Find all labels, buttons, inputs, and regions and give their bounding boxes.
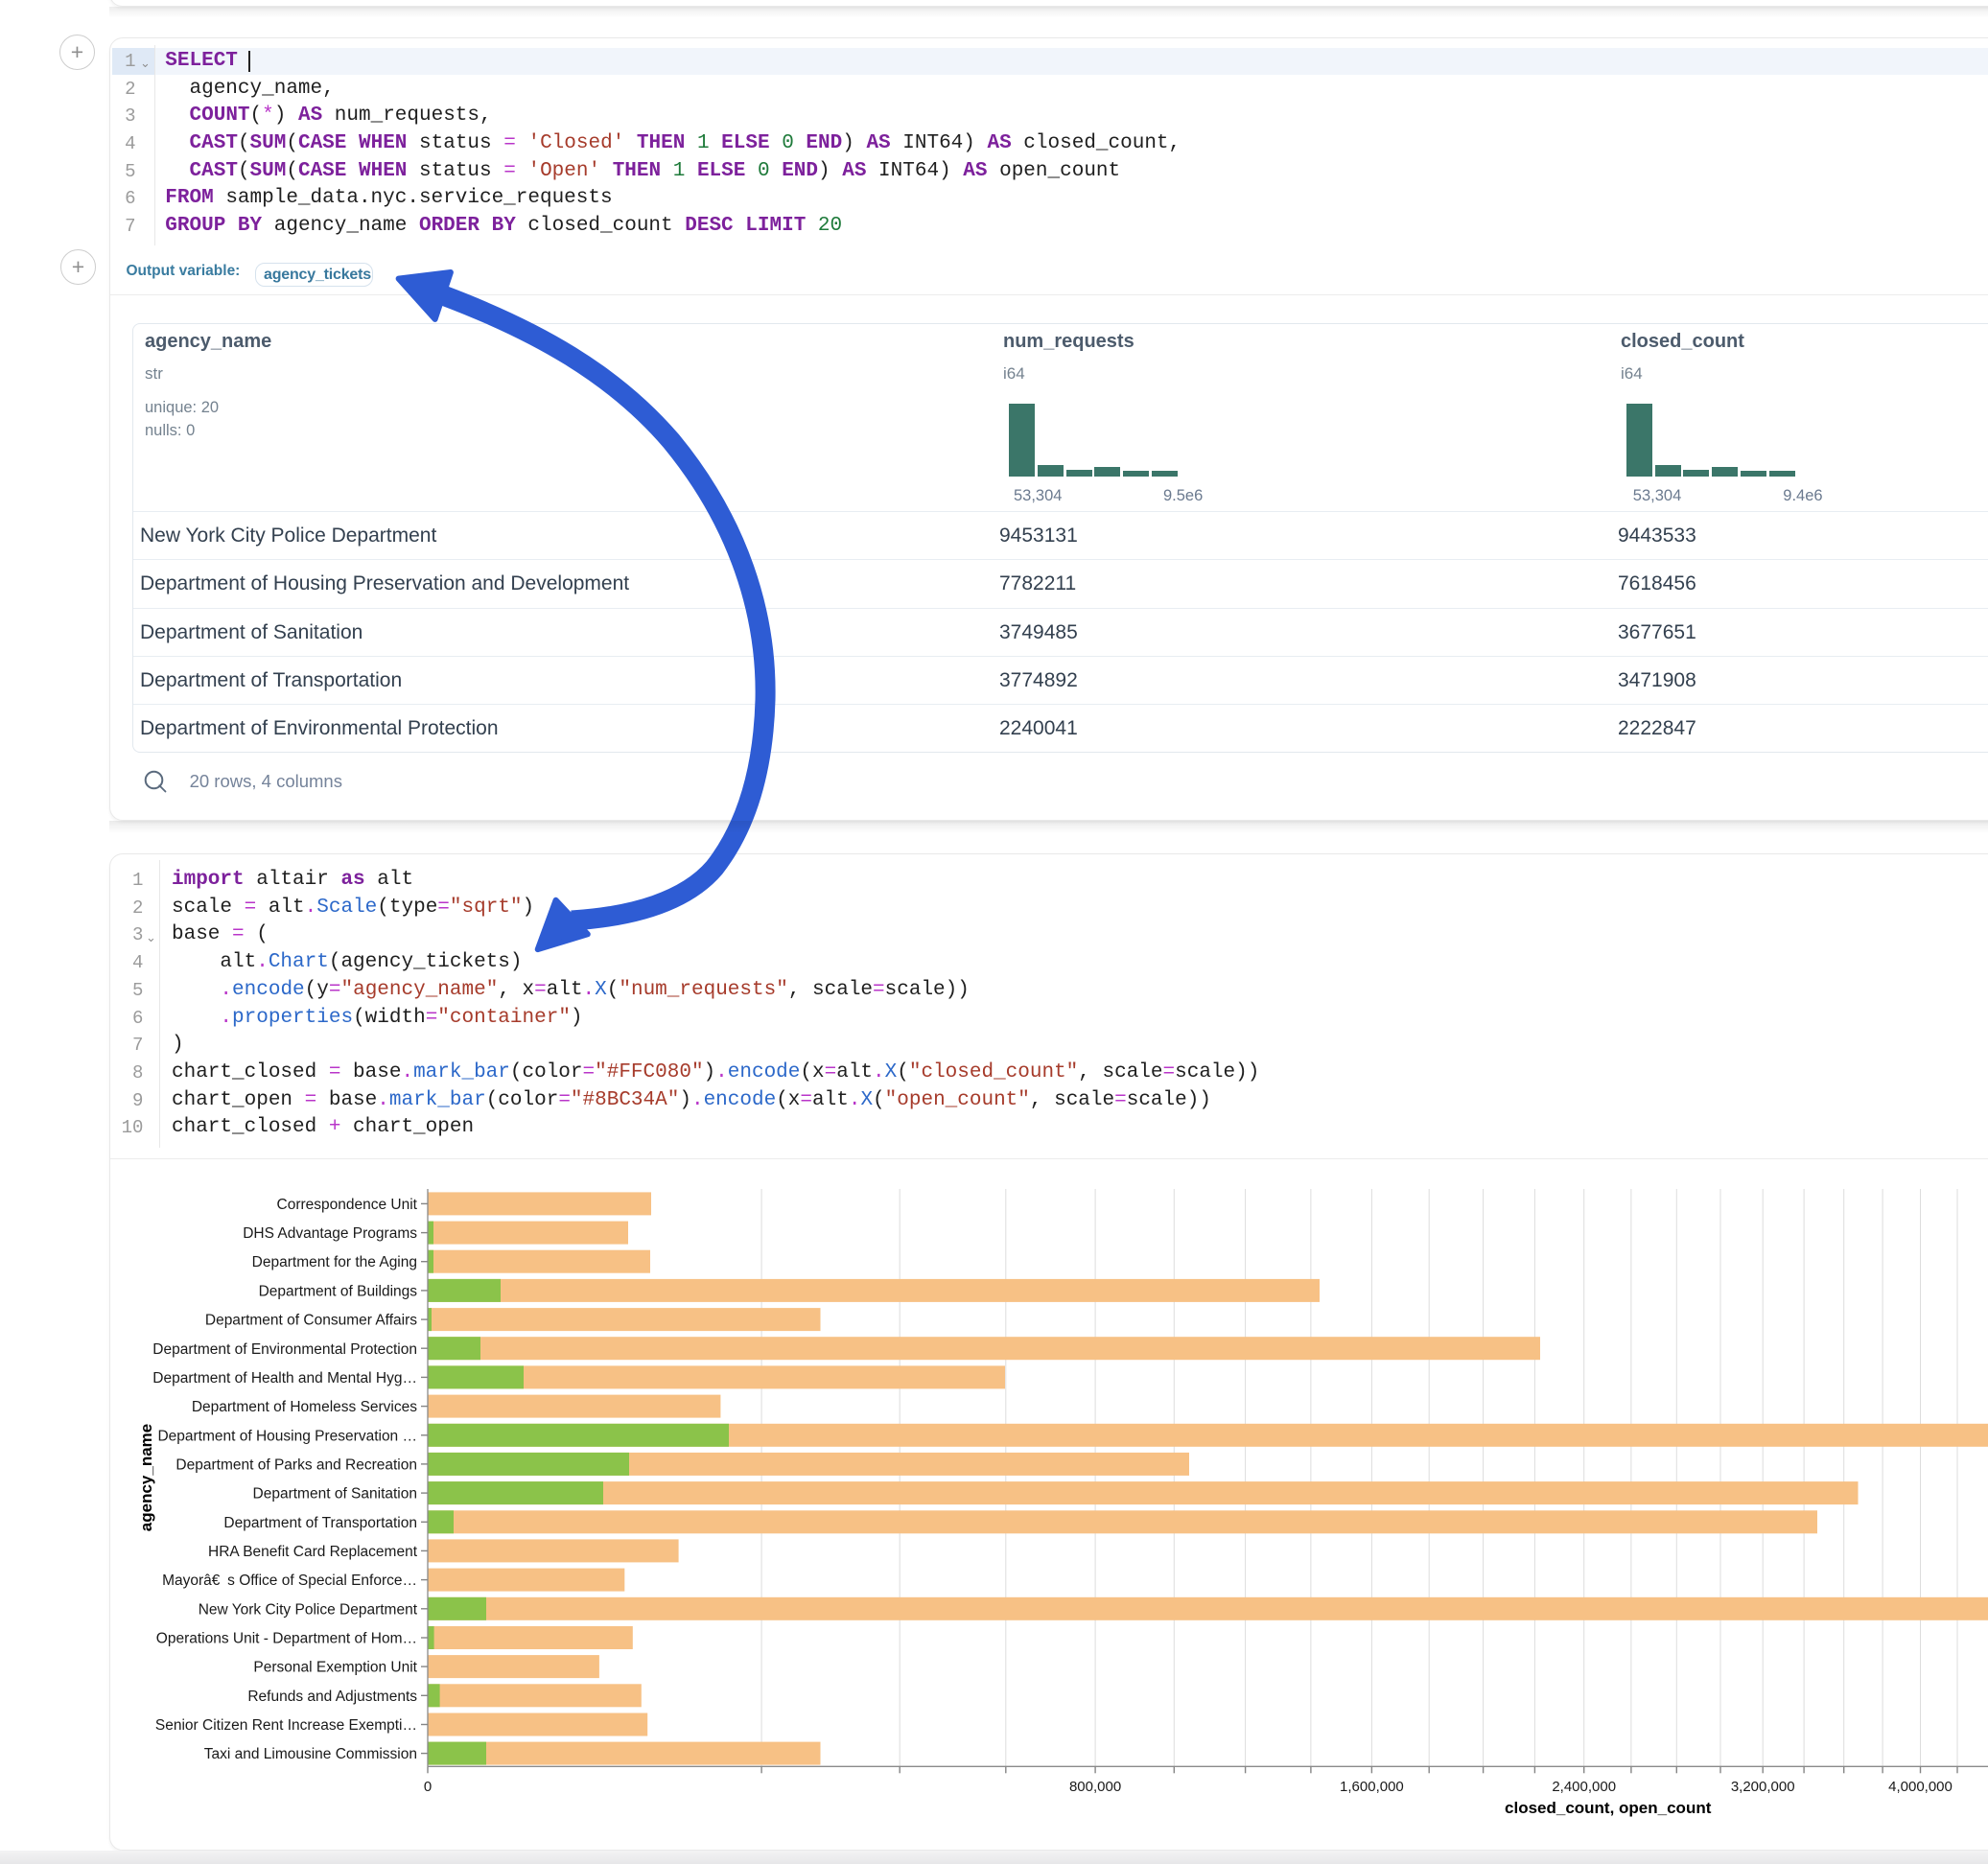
svg-text:Department of Parks and Recrea: Department of Parks and Recreation [175,1456,417,1473]
svg-text:Department of Housing Preserva: Department of Housing Preservation … [157,1428,417,1444]
svg-text:HRA Benefit Card Replacement: HRA Benefit Card Replacement [208,1544,418,1560]
svg-text:DHS Advantage Programs: DHS Advantage Programs [243,1225,417,1242]
svg-text:Correspondence Unit: Correspondence Unit [277,1197,418,1213]
svg-text:Refunds and Adjustments: Refunds and Adjustments [247,1689,417,1705]
svg-text:Mayorâ€ s Office of Special En: Mayorâ€ s Office of Special Enforce… [162,1573,417,1589]
svg-text:1,600,000: 1,600,000 [1340,1779,1404,1795]
svg-text:Department of Health and Menta: Department of Health and Mental Hyg… [152,1370,417,1386]
svg-text:Department of Transportation: Department of Transportation [223,1515,417,1531]
svg-text:0: 0 [424,1779,432,1795]
svg-text:2,400,000: 2,400,000 [1552,1779,1616,1795]
svg-text:Department for the Aging: Department for the Aging [252,1254,417,1270]
svg-text:Senior Citizen Rent Increase E: Senior Citizen Rent Increase Exempti… [155,1717,417,1734]
svg-text:Department of Homeless Service: Department of Homeless Services [192,1399,417,1415]
svg-text:Personal Exemption Unit: Personal Exemption Unit [253,1660,417,1676]
svg-text:Operations Unit - Department o: Operations Unit - Department of Hom… [156,1631,417,1647]
svg-text:4,000,000: 4,000,000 [1888,1779,1953,1795]
svg-text:800,000: 800,000 [1069,1779,1121,1795]
svg-text:Department of Buildings: Department of Buildings [259,1283,418,1299]
svg-text:Department of Consumer Affairs: Department of Consumer Affairs [205,1313,417,1329]
svg-text:Department of Environmental Pr: Department of Environmental Protection [152,1341,417,1358]
svg-text:Taxi and Limousine Commission: Taxi and Limousine Commission [204,1746,417,1762]
svg-text:New York City Police Departmen: New York City Police Department [199,1601,418,1618]
svg-text:agency_name: agency_name [137,1424,155,1531]
svg-text:3,200,000: 3,200,000 [1731,1779,1795,1795]
svg-text:Department of Sanitation: Department of Sanitation [253,1486,417,1503]
svg-text:closed_count, open_count: closed_count, open_count [1505,1799,1712,1817]
